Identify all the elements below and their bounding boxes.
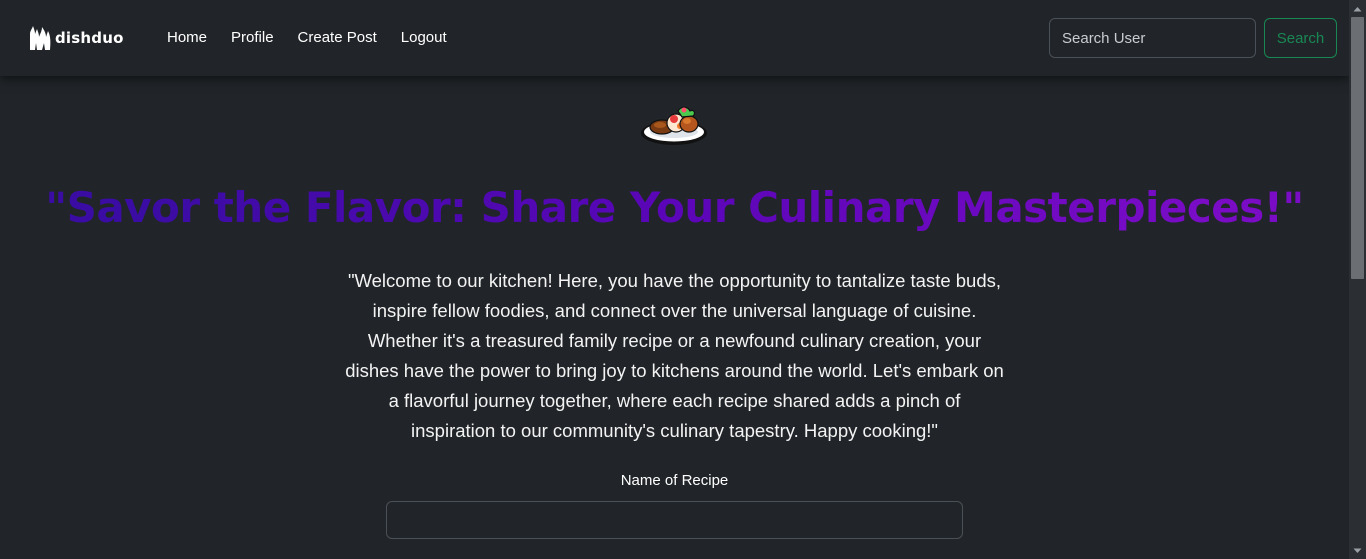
- nav-links: Home Profile Create Post Logout: [167, 0, 471, 76]
- welcome-text: "Welcome to our kitchen! Here, you have …: [345, 270, 1004, 441]
- scroll-down-arrow-icon[interactable]: [1349, 542, 1366, 559]
- brand-name: dishduo: [55, 29, 124, 47]
- vertical-scrollbar[interactable]: [1349, 0, 1366, 559]
- page: dishduo Home Profile Create Post Logout …: [0, 0, 1349, 559]
- nav-link-profile[interactable]: Profile: [231, 28, 274, 48]
- navbar: dishduo Home Profile Create Post Logout …: [0, 0, 1349, 76]
- recipe-name-label: Name of Recipe: [620, 472, 729, 489]
- nav-link-logout[interactable]: Logout: [401, 28, 447, 48]
- page-headline: "Savor the Flavor: Share Your Culinary M…: [0, 178, 1349, 238]
- search-button[interactable]: Search: [1264, 18, 1337, 58]
- nav-link-create-post[interactable]: Create Post: [298, 28, 377, 48]
- search-user-input[interactable]: [1049, 18, 1256, 58]
- scroll-up-arrow-icon[interactable]: [1349, 0, 1366, 17]
- brand-logo-link[interactable]: dishduo: [28, 24, 124, 52]
- scrollbar-thumb[interactable]: [1351, 17, 1364, 279]
- plate-of-food-icon: [641, 106, 707, 145]
- recipe-name-input[interactable]: [386, 501, 963, 539]
- nav-link-home[interactable]: Home: [167, 28, 207, 48]
- flame-logo-icon: [30, 26, 51, 50]
